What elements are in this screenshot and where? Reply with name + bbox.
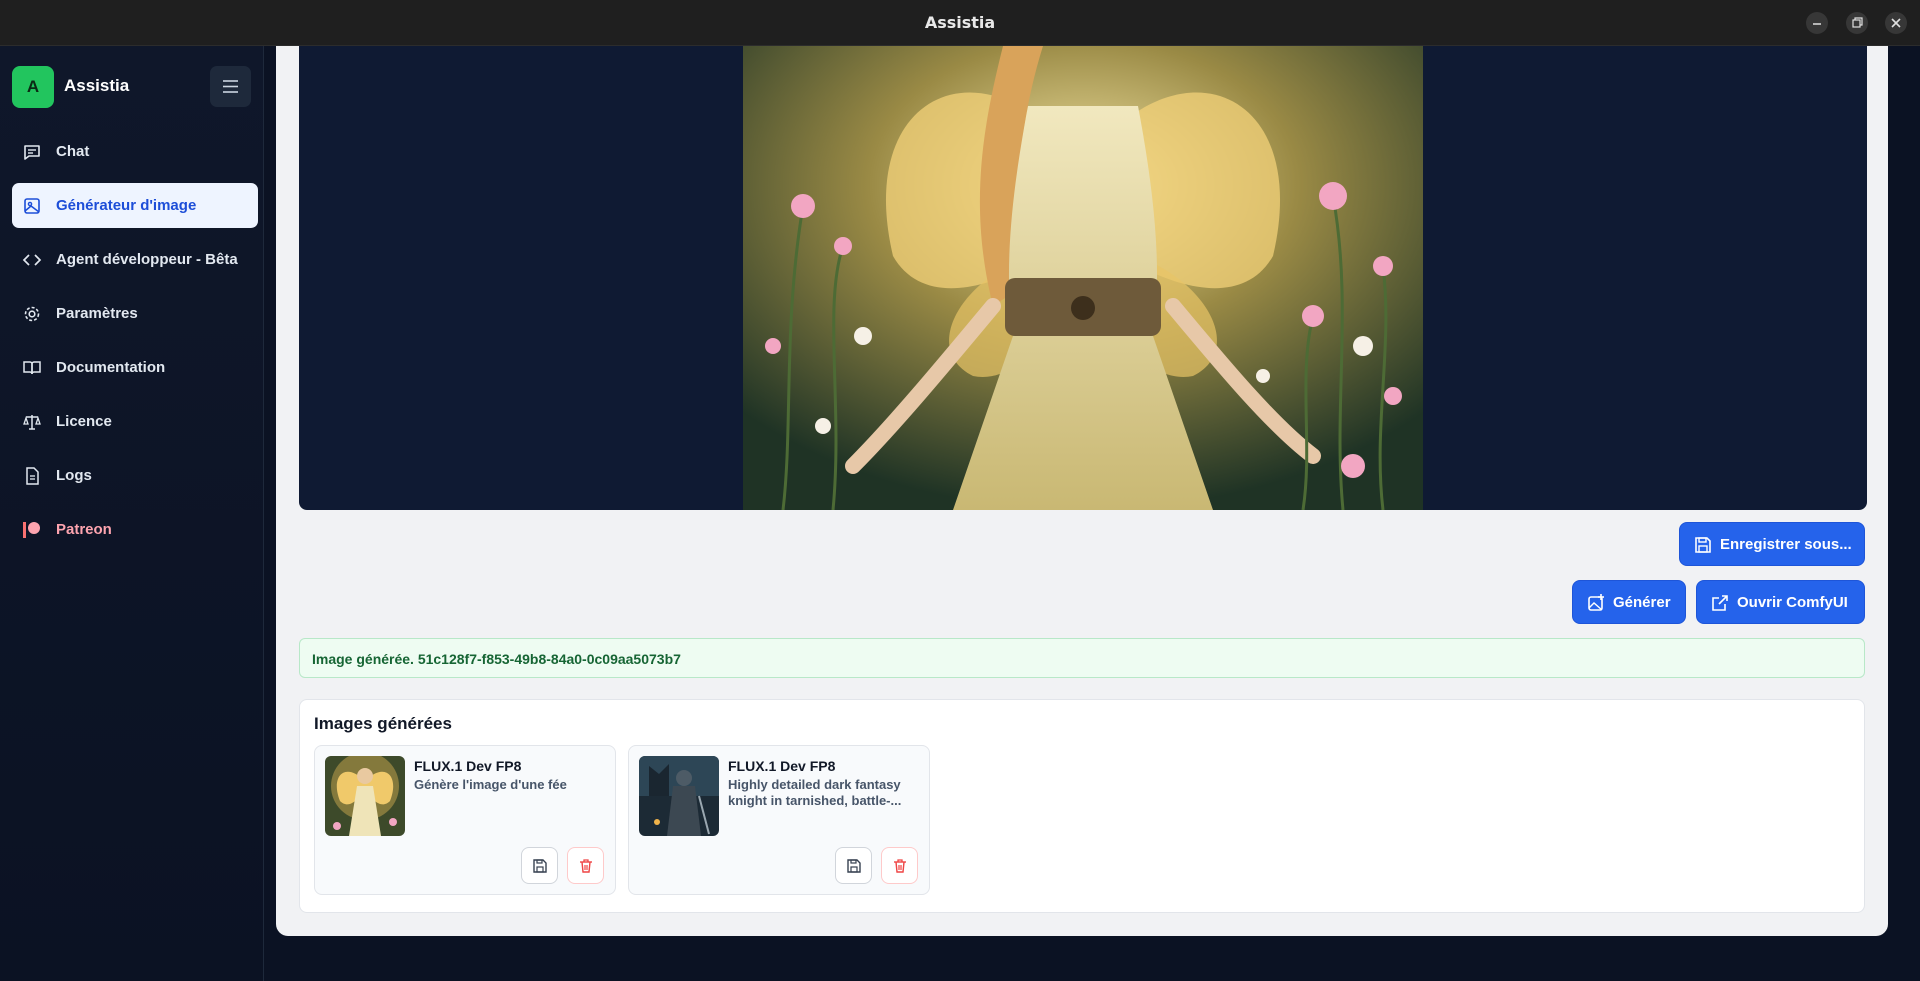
sidebar-item-label: Patreon <box>56 521 112 538</box>
close-icon <box>1891 18 1901 28</box>
minimize-icon <box>1813 23 1821 25</box>
brand-avatar: A <box>12 66 54 108</box>
card-description: Génère l'image d'une fée <box>414 777 567 792</box>
open-comfyui-button[interactable]: Ouvrir ComfyUI <box>1696 580 1865 624</box>
sidebar: A Assistia Chat Générateur d'image Agent… <box>0 46 264 981</box>
sidebar-item-settings[interactable]: Paramètres <box>12 291 258 336</box>
gallery-card[interactable]: FLUX.1 Dev FP8 Highly detailed dark fant… <box>628 745 930 895</box>
close-button[interactable] <box>1885 12 1907 34</box>
external-link-icon <box>1712 595 1728 611</box>
title-bar: Assistia <box>0 0 1920 46</box>
status-message: Image générée. 51c128f7-f853-49b8-84a0-0… <box>312 651 681 667</box>
book-icon <box>23 361 41 375</box>
sidebar-item-label: Agent développeur - Bêta <box>56 251 238 268</box>
card-model: FLUX.1 Dev FP8 <box>728 758 836 774</box>
card-model: FLUX.1 Dev FP8 <box>414 758 522 774</box>
generated-images-gallery: Images générées FLUX.1 Dev FP8 Génère l'… <box>299 699 1865 913</box>
hamburger-icon <box>223 80 238 93</box>
generate-button[interactable]: Générer <box>1572 580 1686 624</box>
image-icon <box>24 198 40 214</box>
scale-icon <box>23 415 41 430</box>
sidebar-item-label: Paramètres <box>56 305 138 322</box>
sidebar-item-license[interactable]: Licence <box>12 399 258 444</box>
trash-icon <box>580 859 592 873</box>
patreon-icon <box>23 522 40 538</box>
gallery-title: Images générées <box>314 714 452 733</box>
thumbnail[interactable] <box>639 756 719 836</box>
trash-icon <box>894 859 906 873</box>
maximize-button[interactable] <box>1846 12 1868 34</box>
code-icon <box>22 254 42 266</box>
save-image-button[interactable] <box>521 847 558 884</box>
sidebar-item-label: Logs <box>56 467 92 484</box>
knight-thumbnail <box>639 756 719 836</box>
thumbnail[interactable] <box>325 756 405 836</box>
minimize-button[interactable] <box>1806 12 1828 34</box>
generated-image <box>743 46 1423 510</box>
card-description: Highly detailed dark fantasy knight in t… <box>728 777 902 808</box>
open-comfyui-label: Ouvrir ComfyUI <box>1737 594 1848 611</box>
sidebar-item-patreon[interactable]: Patreon <box>12 507 258 552</box>
save-as-label: Enregistrer sous... <box>1720 536 1852 553</box>
sidebar-item-label: Licence <box>56 413 112 430</box>
save-icon <box>1695 537 1711 553</box>
brand-name: Assistia <box>64 76 130 95</box>
status-banner: Image générée. 51c128f7-f853-49b8-84a0-0… <box>299 638 1865 678</box>
sidebar-item-label: Chat <box>56 143 90 160</box>
sidebar-item-documentation[interactable]: Documentation <box>12 345 258 390</box>
sidebar-item-developer-agent[interactable]: Agent développeur - Bêta <box>12 237 258 282</box>
save-icon <box>533 859 547 873</box>
sidebar-item-label: Générateur d'image <box>56 197 197 214</box>
generate-label: Générer <box>1613 594 1671 611</box>
file-icon <box>26 467 39 485</box>
gallery-card[interactable]: FLUX.1 Dev FP8 Génère l'image d'une fée <box>314 745 616 895</box>
chat-icon <box>24 145 40 160</box>
gear-icon <box>24 306 40 322</box>
fairy-thumbnail <box>325 756 405 836</box>
save-image-button[interactable] <box>835 847 872 884</box>
image-plus-icon <box>1588 594 1604 611</box>
window-title: Assistia <box>924 13 996 32</box>
sidebar-item-chat[interactable]: Chat <box>12 129 258 174</box>
delete-image-button[interactable] <box>567 847 604 884</box>
save-as-button[interactable]: Enregistrer sous... <box>1679 522 1865 566</box>
save-icon <box>847 859 861 873</box>
restore-icon <box>1852 17 1863 28</box>
sidebar-item-label: Documentation <box>56 359 166 376</box>
sidebar-item-logs[interactable]: Logs <box>12 453 258 498</box>
sidebar-item-image-generator[interactable]: Générateur d'image <box>12 183 258 228</box>
menu-toggle-button[interactable] <box>210 66 251 107</box>
image-preview <box>299 46 1867 510</box>
delete-image-button[interactable] <box>881 847 918 884</box>
